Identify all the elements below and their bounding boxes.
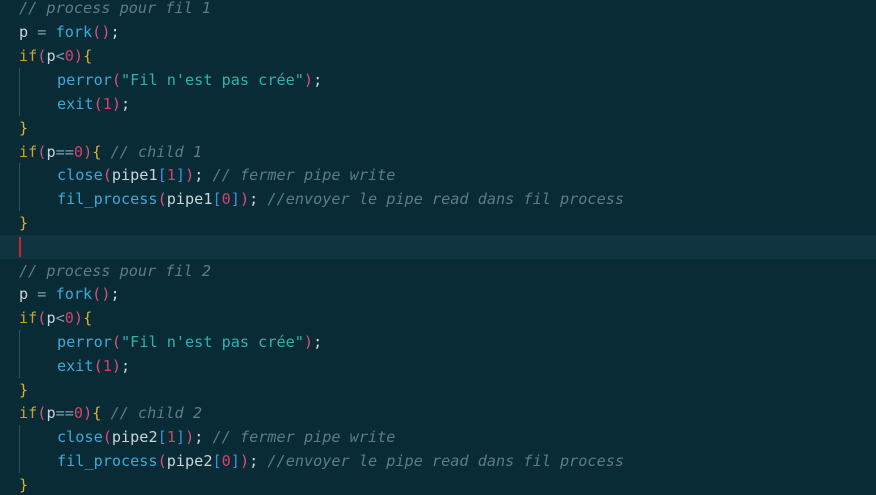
number: 1 (166, 166, 176, 184)
function-name: fork (55, 23, 93, 41)
comment: // child 1 (110, 143, 202, 161)
string-literal: "Fil n'est pas crée" (121, 71, 304, 89)
code-line[interactable]: close(pipe2[1]); // fermer pipe write (0, 425, 876, 449)
comment: // fermer pipe write (212, 166, 396, 184)
function-name: close (57, 428, 103, 446)
code-line[interactable]: } (0, 473, 876, 495)
text-cursor (19, 237, 21, 257)
current-line[interactable] (0, 235, 876, 259)
number: 0 (73, 143, 84, 161)
identifier: p (46, 143, 56, 161)
code-line[interactable]: fil_process(pipe2[0]); //envoyer le pipe… (0, 449, 876, 473)
number: 0 (73, 404, 84, 422)
code-line[interactable]: exit(1); (0, 92, 876, 116)
keyword: if (19, 47, 38, 65)
comment: // child 2 (110, 404, 202, 422)
comment: //envoyer le pipe read dans fil process (267, 452, 625, 470)
identifier: p (46, 404, 56, 422)
code-line[interactable]: // process pour fil 2 (0, 259, 876, 283)
operator: == (55, 404, 74, 422)
operator: = (28, 285, 56, 303)
code-line[interactable]: if(p==0){ // child 2 (0, 401, 876, 425)
comment: //envoyer le pipe read dans fil process (267, 190, 625, 208)
code-line[interactable]: } (0, 211, 876, 235)
number: 1 (166, 428, 176, 446)
operator: == (55, 143, 74, 161)
number: 0 (64, 47, 74, 65)
operator: = (28, 23, 56, 41)
code-line[interactable]: } (0, 378, 876, 402)
operator: < (55, 47, 65, 65)
function-name: fil_process (57, 190, 158, 208)
function-name: perror (57, 333, 112, 351)
number: 1 (102, 95, 112, 113)
keyword: if (19, 309, 38, 327)
number: 0 (221, 452, 231, 470)
code-line[interactable]: fil_process(pipe1[0]); //envoyer le pipe… (0, 187, 876, 211)
code-line[interactable]: p = fork(); (0, 20, 876, 44)
operator: < (55, 309, 65, 327)
code-line[interactable]: perror("Fil n'est pas crée"); (0, 330, 876, 354)
code-line[interactable]: perror("Fil n'est pas crée"); (0, 68, 876, 92)
keyword: if (19, 404, 38, 422)
code-line[interactable]: if(p<0){ (0, 44, 876, 68)
keyword: if (19, 143, 38, 161)
identifier: p (19, 23, 29, 41)
code-line[interactable]: close(pipe1[1]); // fermer pipe write (0, 163, 876, 187)
code-editor[interactable]: // process pour fil 1 p = fork(); if(p<0… (0, 0, 876, 495)
code-line[interactable]: exit(1); (0, 354, 876, 378)
identifier: pipe2 (166, 452, 213, 470)
function-name: exit (57, 95, 94, 113)
comment: // process pour fil 1 (19, 0, 212, 17)
comment: // process pour fil 2 (19, 262, 212, 280)
code-line[interactable]: if(p==0){ // child 1 (0, 140, 876, 164)
identifier: pipe1 (166, 190, 213, 208)
comment: // fermer pipe write (212, 428, 396, 446)
identifier: p (19, 285, 29, 303)
code-line[interactable]: p = fork(); (0, 282, 876, 306)
identifier: pipe1 (111, 166, 158, 184)
function-name: perror (57, 71, 112, 89)
identifier: p (46, 47, 56, 65)
code-line[interactable]: } (0, 116, 876, 140)
number: 0 (221, 190, 231, 208)
code-line[interactable]: if(p<0){ (0, 306, 876, 330)
identifier: p (46, 309, 56, 327)
function-name: fork (55, 285, 93, 303)
code-line[interactable]: // process pour fil 1 (0, 0, 876, 20)
identifier: pipe2 (111, 428, 158, 446)
number: 1 (102, 357, 112, 375)
string-literal: "Fil n'est pas crée" (121, 333, 304, 351)
number: 0 (64, 309, 74, 327)
function-name: exit (57, 357, 94, 375)
function-name: close (57, 166, 103, 184)
function-name: fil_process (57, 452, 158, 470)
